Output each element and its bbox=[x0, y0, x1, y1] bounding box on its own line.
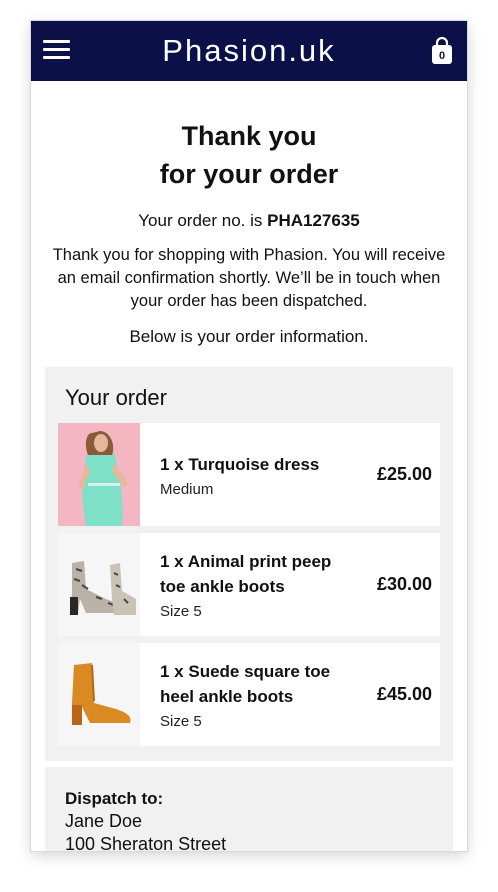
order-item-variant: Medium bbox=[160, 480, 214, 498]
confirmation-message: Thank you for shopping with Phasion. You… bbox=[52, 246, 446, 310]
brand-logo[interactable]: Phasion.uk bbox=[162, 33, 335, 69]
order-item[interactable]: 1 x Suede square toe heel ankle boots Si… bbox=[58, 643, 440, 746]
order-item-variant: Size 5 bbox=[160, 603, 202, 620]
order-item[interactable]: 1 x Turquoise dress Medium £25.00 bbox=[58, 423, 440, 526]
order-item-price: £30.00 bbox=[376, 574, 432, 594]
order-number: Your order no. is PHA127635 bbox=[43, 211, 455, 231]
order-item-title: 1 x Suede square toe heel ankle boots bbox=[160, 662, 331, 706]
product-image-suede-boots[interactable] bbox=[58, 643, 140, 746]
dispatch-name: Jane Doe bbox=[65, 811, 143, 831]
order-info-intro: Below is your order information. bbox=[129, 327, 369, 346]
order-number-value: PHA127635 bbox=[267, 211, 360, 230]
order-item-info: 1 x Suede square toe heel ankle boots Si… bbox=[140, 659, 354, 730]
product-image-animal-print-boots[interactable] bbox=[58, 533, 140, 636]
order-item-info: 1 x Animal print peep toe ankle boots Si… bbox=[140, 549, 354, 620]
confirmation-content: Thank you for your order Your order no. … bbox=[31, 117, 467, 851]
dispatch-street: 100 Sheraton Street bbox=[65, 834, 227, 851]
order-item[interactable]: 1 x Animal print peep toe ankle boots Si… bbox=[58, 533, 440, 636]
order-item-variant: Size 5 bbox=[160, 713, 202, 730]
order-item-title: 1 x Turquoise dress bbox=[160, 454, 320, 474]
shopping-bag-button[interactable]: 0 bbox=[431, 36, 453, 65]
title-line-2: for your order bbox=[159, 159, 339, 189]
order-number-prefix: Your order no. is bbox=[138, 211, 268, 230]
top-bar: Phasion.uk 0 bbox=[31, 21, 467, 81]
order-item-info: 1 x Turquoise dress Medium bbox=[140, 452, 354, 498]
phone-screen: Phasion.uk 0 Thank you for your order Yo… bbox=[31, 21, 467, 851]
dispatch-address-panel: Dispatch to: Jane Doe 100 Sheraton Stree… bbox=[45, 767, 453, 851]
cart-count-badge: 0 bbox=[438, 50, 446, 62]
order-summary-title: Your order bbox=[65, 385, 167, 410]
order-item-price: £45.00 bbox=[376, 684, 432, 704]
order-item-price: £25.00 bbox=[376, 464, 432, 484]
title-line-1: Thank you bbox=[181, 121, 317, 151]
order-summary-panel: Your order 1 x Turquoise dress Medium £2… bbox=[45, 367, 453, 761]
product-image-turquoise-dress[interactable] bbox=[58, 423, 140, 526]
dispatch-label: Dispatch to: bbox=[65, 789, 164, 808]
order-item-title: 1 x Animal print peep toe ankle boots bbox=[160, 552, 332, 596]
hamburger-menu-icon[interactable] bbox=[43, 39, 71, 61]
page-title: Thank you for your order bbox=[43, 117, 455, 193]
